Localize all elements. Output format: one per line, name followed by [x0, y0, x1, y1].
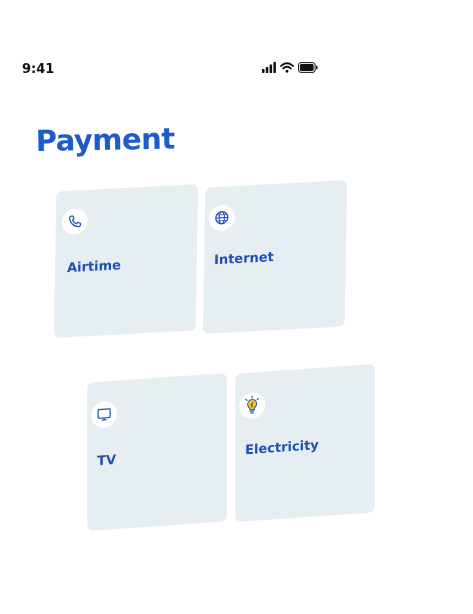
internet-label: Internet	[213, 250, 274, 269]
status-icons	[262, 62, 318, 73]
status-time: 9:41	[22, 62, 55, 77]
page-title: Payment	[35, 121, 175, 158]
electricity-card[interactable]: Electricity	[235, 363, 375, 523]
airtime-label: Airtime	[66, 258, 122, 277]
wifi-icon	[280, 62, 294, 73]
tv-icon-badge	[91, 400, 118, 429]
electricity-label: Electricity	[245, 438, 319, 459]
lightbulb-icon	[245, 395, 260, 414]
tv-card[interactable]: TV	[87, 372, 227, 532]
globe-icon-badge	[208, 204, 236, 232]
globe-icon	[215, 211, 229, 225]
tv-label: TV	[97, 452, 117, 470]
signal-icon	[262, 62, 276, 73]
tv-icon	[97, 408, 111, 421]
airtime-card[interactable]: Airtime	[53, 184, 199, 338]
phone-icon	[69, 215, 82, 228]
internet-card[interactable]: Internet	[202, 180, 348, 334]
phone-icon-badge	[61, 207, 89, 236]
lightbulb-icon-badge	[239, 391, 266, 420]
payment-screen: 9:41 Payment Airtime Internet TV Electri…	[0, 0, 473, 614]
battery-icon	[298, 62, 318, 73]
